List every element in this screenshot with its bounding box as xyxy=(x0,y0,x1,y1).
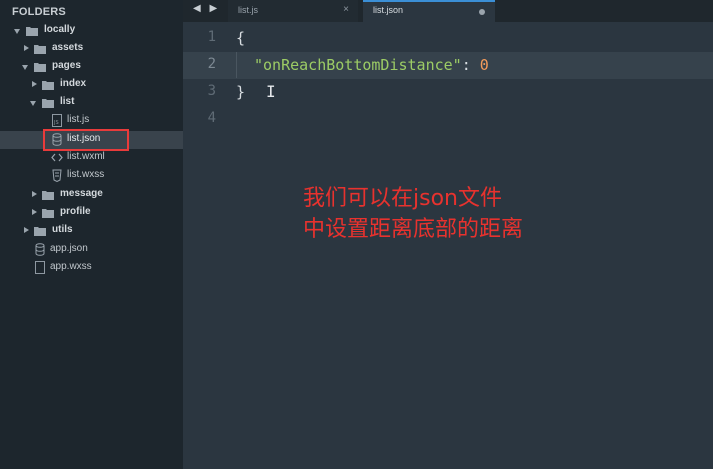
tree-file-list-wxss[interactable]: list.wxss xyxy=(0,167,183,185)
tree-folder-utils[interactable]: utils xyxy=(0,222,183,240)
tree-folder-message[interactable]: message xyxy=(0,186,183,204)
folder-open-icon xyxy=(34,63,46,72)
code-file-icon xyxy=(51,153,63,162)
folder-icon xyxy=(42,191,54,200)
tree-label: assets xyxy=(52,42,84,53)
tree-folder-index[interactable]: index xyxy=(0,76,183,94)
tab-nav-arrows-icon[interactable]: ◀ ▶ xyxy=(193,3,220,14)
folder-open-icon xyxy=(42,99,54,108)
sidebar: FOLDERS locally assets pages index list … xyxy=(0,0,183,469)
gutter-line: 3 xyxy=(183,79,230,106)
folder-icon xyxy=(42,81,54,90)
tree-label: profile xyxy=(60,206,91,217)
chevron-right-icon[interactable] xyxy=(24,227,29,233)
file-icon xyxy=(35,261,45,274)
tree-label: pages xyxy=(52,60,81,71)
line-number: 1 xyxy=(207,29,216,45)
tree-label: list.wxml xyxy=(67,151,105,162)
tree-label: list.js xyxy=(67,114,90,125)
tab-bar: ◀ ▶ list.js × list.json xyxy=(183,0,713,22)
tree-label: app.wxss xyxy=(50,261,92,272)
code-text: "onReachBottomDistance": 0 xyxy=(254,56,489,74)
tree-label: list.wxss xyxy=(67,169,105,180)
folder-icon xyxy=(34,45,46,54)
css-file-icon xyxy=(52,169,62,182)
json-value: 0 xyxy=(479,56,489,74)
indent-guide xyxy=(236,52,237,78)
tab-label: list.json xyxy=(373,5,404,15)
code-line[interactable]: } xyxy=(230,79,713,106)
tab-list-js[interactable]: list.js × xyxy=(228,0,358,22)
code-editor[interactable]: 1 2 3 4 { "onReachBottomDistance": 0 } I xyxy=(183,22,713,469)
tree-folder-list[interactable]: list xyxy=(0,94,183,112)
gutter-line: 4 xyxy=(183,106,230,133)
line-number: 3 xyxy=(207,83,216,99)
tree-label: app.json xyxy=(50,243,88,254)
tree-folder-assets[interactable]: assets xyxy=(0,40,183,58)
json-colon: : xyxy=(461,56,480,74)
tree-label: list xyxy=(60,96,75,107)
tree-file-app-json[interactable]: app.json xyxy=(0,241,183,259)
tree-file-list-wxml[interactable]: list.wxml xyxy=(0,149,183,167)
tab-list-json[interactable]: list.json xyxy=(363,0,495,22)
close-icon[interactable]: × xyxy=(343,4,349,15)
database-icon xyxy=(35,243,45,256)
highlight-box xyxy=(43,129,129,151)
folder-open-icon xyxy=(26,27,38,36)
chevron-down-icon[interactable] xyxy=(30,101,36,106)
sidebar-title: FOLDERS xyxy=(12,6,66,18)
code-text: } xyxy=(236,83,246,101)
tree-folder-locally[interactable]: locally xyxy=(0,22,183,40)
folder-icon xyxy=(42,209,54,218)
tree-file-list-js[interactable]: JS list.js xyxy=(0,112,183,130)
chevron-right-icon[interactable] xyxy=(24,45,29,51)
js-file-icon: JS xyxy=(52,114,62,127)
chevron-down-icon[interactable] xyxy=(14,29,20,34)
code-line[interactable]: { xyxy=(230,25,713,52)
code-text: { xyxy=(236,29,246,47)
svg-text:JS: JS xyxy=(53,120,59,126)
chevron-right-icon[interactable] xyxy=(32,209,37,215)
json-key: "onReachBottomDistance" xyxy=(254,56,462,74)
tree-file-app-wxss[interactable]: app.wxss xyxy=(0,259,183,277)
line-number: 2 xyxy=(207,56,216,72)
tree-folder-pages[interactable]: pages xyxy=(0,58,183,76)
code-line[interactable] xyxy=(230,106,713,133)
unsaved-dot-icon[interactable] xyxy=(479,9,485,15)
chevron-right-icon[interactable] xyxy=(32,81,37,87)
text-cursor-icon: I xyxy=(266,82,276,101)
gutter-line: 1 xyxy=(183,25,230,52)
folder-icon xyxy=(34,227,46,236)
gutter-line: 2 xyxy=(183,52,230,79)
tree-label: message xyxy=(60,188,103,199)
tree-label: locally xyxy=(44,24,76,35)
chevron-down-icon[interactable] xyxy=(22,65,28,70)
tree-folder-profile[interactable]: profile xyxy=(0,204,183,222)
tab-label: list.js xyxy=(238,5,258,15)
code-line-current[interactable]: "onReachBottomDistance": 0 xyxy=(230,52,713,79)
tree-label: utils xyxy=(52,224,73,235)
tree-label: index xyxy=(60,78,87,89)
chevron-right-icon[interactable] xyxy=(32,191,37,197)
line-number: 4 xyxy=(207,110,216,126)
annotation-text: 我们可以在json文件中设置距离底部的距离 xyxy=(303,186,524,242)
